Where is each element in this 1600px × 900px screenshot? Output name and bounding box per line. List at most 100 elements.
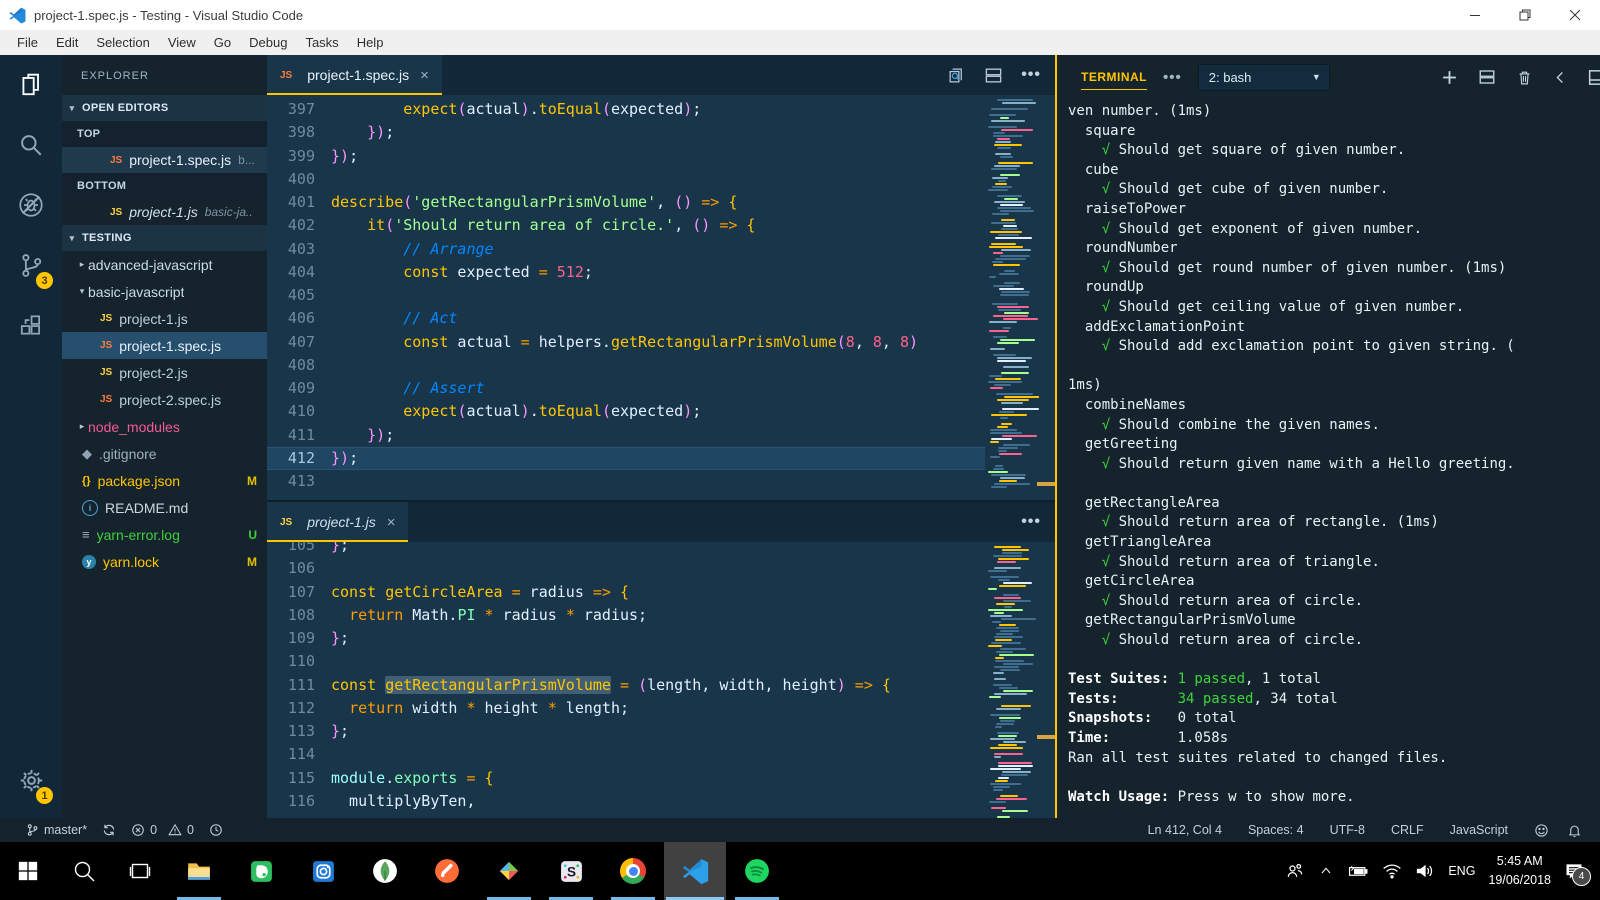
language-indicator[interactable]: ENG [1448,864,1475,878]
notifications-bell-icon[interactable] [1567,823,1582,838]
code-line-404[interactable]: 404 const expected = 512; [267,261,985,284]
start-button[interactable] [0,842,56,900]
code-line-105[interactable]: 105}; [267,542,985,557]
menu-tasks[interactable]: Tasks [296,35,347,50]
explorer-icon[interactable] [0,55,62,115]
tree-folder-basic-javascript[interactable]: ▾basic-javascript [62,278,267,305]
code-line-112[interactable]: 112 return width * height * length; [267,697,985,720]
shell-select[interactable]: 2: bash ▼ [1198,64,1330,91]
volume-icon[interactable] [1415,862,1435,880]
problems-indicator[interactable]: 0 0 [131,823,194,837]
menu-selection[interactable]: Selection [87,35,158,50]
task-view-icon[interactable] [112,842,168,900]
action-center-icon[interactable]: 4 [1564,861,1584,881]
status-item-javascript[interactable]: JavaScript [1450,823,1508,837]
code-line-398[interactable]: 398 }); [267,121,985,144]
people-icon[interactable] [1285,861,1305,881]
code-line-413[interactable]: 413 [267,470,985,493]
code-line-402[interactable]: 402 it('Should return area of circle.', … [267,214,985,237]
code-line-109[interactable]: 109}; [267,627,985,650]
tree-file-README-md[interactable]: iREADME.md [62,494,267,521]
code-line-411[interactable]: 411 }); [267,424,985,447]
vscode-icon[interactable] [664,842,726,900]
file-explorer-icon[interactable] [168,842,230,900]
code-line-406[interactable]: 406 // Act [267,307,985,330]
code-line-410[interactable]: 410 expect(actual).toEqual(expected); [267,400,985,423]
slack-icon[interactable]: S [540,842,602,900]
menu-debug[interactable]: Debug [240,35,296,50]
postman-icon[interactable] [416,842,478,900]
split-terminal-icon[interactable] [1478,68,1496,86]
clock-datetime[interactable]: 5:45 AM 19/06/2018 [1488,852,1551,891]
code-line-108[interactable]: 108 return Math.PI * radius * radius; [267,604,985,627]
clock-icon[interactable] [209,823,223,837]
code-line-400[interactable]: 400 [267,168,985,191]
code-line-407[interactable]: 407 const actual = helpers.getRectangula… [267,331,985,354]
open-editor-item[interactable]: JSproject-1.jsbasic-ja.. [62,199,267,225]
more-actions-icon[interactable]: ••• [1021,513,1041,531]
open-editors-header[interactable]: ▾ OPEN EDITORS [62,95,267,121]
close-tab-icon[interactable]: × [420,67,429,84]
tree-file-project-2-js[interactable]: JSproject-2.js [62,359,267,386]
code-line-397[interactable]: 397 expect(actual).toEqual(expected); [267,98,985,121]
code-line-405[interactable]: 405 [267,284,985,307]
status-item-spaces-4[interactable]: Spaces: 4 [1248,823,1304,837]
code-line-403[interactable]: 403 // Arrange [267,238,985,261]
tree-file--gitignore[interactable]: ◆.gitignore [62,440,267,467]
testing-section-header[interactable]: ▾ TESTING [62,225,267,251]
status-item-ln-412-col-4[interactable]: Ln 412, Col 4 [1148,823,1222,837]
tab-project-1[interactable]: JS project-1.js × [267,502,408,542]
chevron-up-icon[interactable] [1318,863,1334,879]
menu-view[interactable]: View [159,35,205,50]
status-item-crlf[interactable]: CRLF [1391,823,1424,837]
code-line-106[interactable]: 106 [267,557,985,580]
tree-file-yarn-error-log[interactable]: ≡yarn-error.logU [62,521,267,548]
feedback-smiley-icon[interactable] [1534,823,1549,838]
tree-folder-advanced-javascript[interactable]: ▸advanced-javascript [62,251,267,278]
code-line-113[interactable]: 113}; [267,720,985,743]
code-line-408[interactable]: 408 [267,354,985,377]
source-control-icon[interactable]: 3 [0,235,62,295]
code-line-399[interactable]: 399}); [267,145,985,168]
close-button[interactable] [1550,0,1600,30]
menu-go[interactable]: Go [205,35,240,50]
tree-file-yarn-lock[interactable]: yyarn.lockM [62,548,267,575]
settings-gear-icon[interactable]: 1 [0,750,62,810]
code-line-409[interactable]: 409 // Assert [267,377,985,400]
code-line-401[interactable]: 401describe('getRectangularPrismVolume',… [267,191,985,214]
tree-file-project-2-spec-js[interactable]: JSproject-2.spec.js [62,386,267,413]
battery-icon[interactable] [1347,862,1369,880]
sync-icon[interactable] [102,823,116,837]
open-editor-item[interactable]: JSproject-1.spec.jsb... [62,147,267,173]
code-line-110[interactable]: 110 [267,650,985,673]
code-line-116[interactable]: 116 multiplyByTen, [267,790,985,813]
panel-more-icon[interactable]: ••• [1163,69,1182,86]
tree-file-project-1-spec-js[interactable]: JSproject-1.spec.js [62,332,267,359]
spotify-icon[interactable] [726,842,788,900]
code-line-114[interactable]: 114 [267,743,985,766]
code-line-412[interactable]: 412}); [267,447,985,470]
status-item-utf-8[interactable]: UTF-8 [1330,823,1365,837]
tree-file-package-json[interactable]: {}package.jsonM [62,467,267,494]
extensions-icon[interactable] [0,295,62,355]
tree-folder-node-modules[interactable]: ▸node_modules [62,413,267,440]
code-editor-js[interactable]: 105};106107const getCircleArea = radius … [267,542,1057,820]
minimize-button[interactable] [1450,0,1500,30]
minimap[interactable] [985,99,1039,500]
tab-project-1-spec[interactable]: JS project-1.spec.js × [267,55,442,95]
menu-help[interactable]: Help [348,35,393,50]
evernote-icon[interactable] [230,842,292,900]
taskbar-search-icon[interactable] [56,842,112,900]
instagram-icon[interactable] [292,842,354,900]
menu-edit[interactable]: Edit [47,35,87,50]
more-actions-icon[interactable]: ••• [1021,66,1041,84]
open-changes-icon[interactable] [947,66,966,85]
mongodb-icon[interactable] [354,842,416,900]
search-icon[interactable] [0,115,62,175]
chevron-left-icon[interactable] [1553,70,1568,85]
terminal-tab[interactable]: TERMINAL [1081,70,1147,90]
diamond-app-icon[interactable] [478,842,540,900]
code-line-107[interactable]: 107const getCircleArea = radius => { [267,581,985,604]
kill-terminal-icon[interactable] [1516,69,1533,86]
close-tab-icon[interactable]: × [387,514,396,531]
